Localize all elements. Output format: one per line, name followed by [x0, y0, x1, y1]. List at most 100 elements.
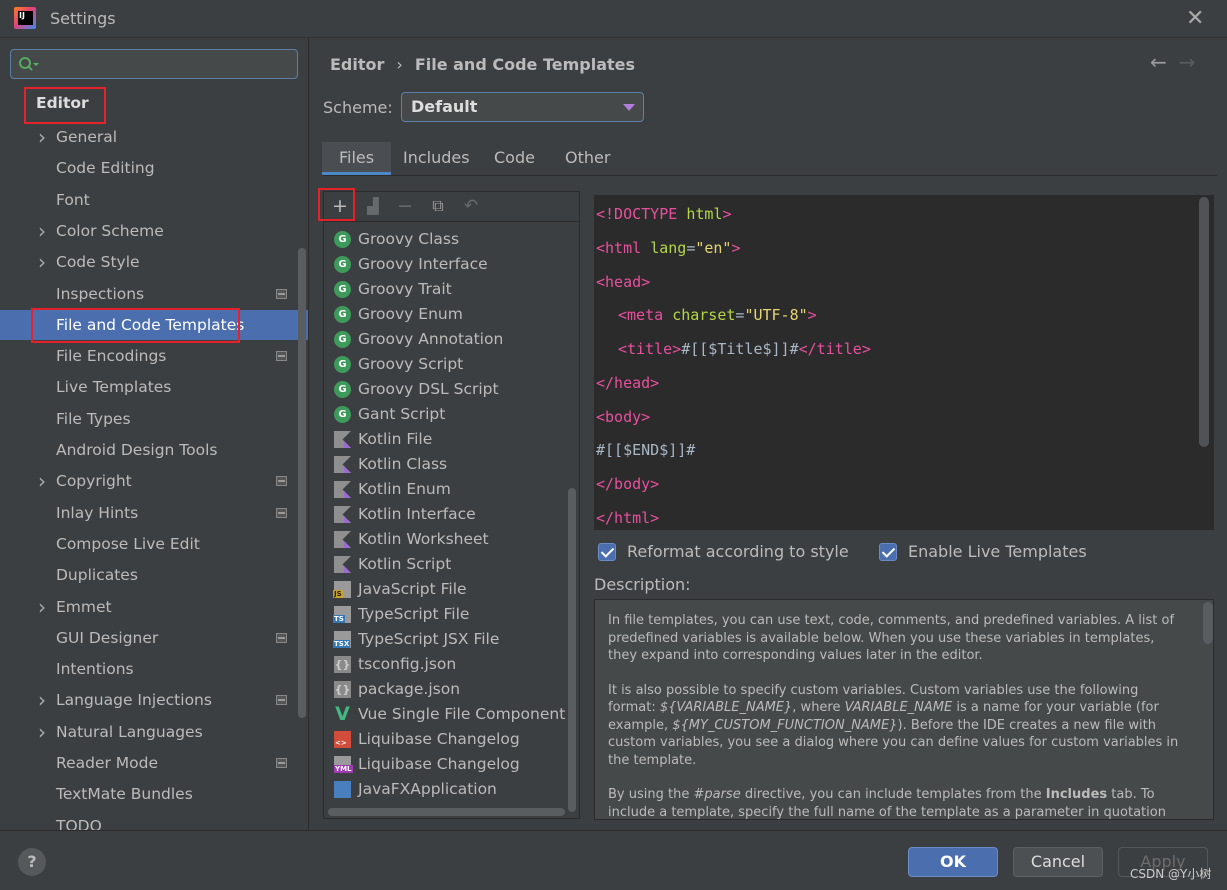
template-list-item[interactable]: {} tsconfig.json [324, 652, 569, 677]
breadcrumb-parent[interactable]: Editor [330, 55, 384, 74]
code-line: </head> [596, 374, 660, 392]
description-scrollbar[interactable] [1203, 602, 1213, 644]
enable-live-templates-checkbox[interactable]: Enable Live Templates [879, 542, 1087, 562]
template-list-horizontal-scrollbar[interactable] [328, 808, 565, 816]
sidebar-item-duplicates[interactable]: Duplicates [0, 560, 308, 590]
template-list-item[interactable]: V Vue Single File Component [324, 702, 569, 727]
sidebar-item-file-encodings[interactable]: File Encodings [0, 341, 308, 371]
javafx-file-icon [334, 781, 351, 798]
template-list-item[interactable]: TSX TypeScript JSX File [324, 627, 569, 652]
template-list-item[interactable]: JS JavaScript File [324, 577, 569, 602]
template-list-item[interactable]: G Groovy Class [324, 227, 569, 252]
reset-template-icon[interactable]: ↶ [460, 195, 482, 217]
main-panel: Editor › File and Code Templates ← → Scheme… [310, 38, 1227, 830]
sidebar-item-natural-languages[interactable]: › Natural Languages [0, 717, 308, 747]
copy-template-icon[interactable]: ⧉ [427, 195, 449, 217]
sidebar-item-gui-designer[interactable]: GUI Designer [0, 623, 308, 653]
reformat-checkbox[interactable]: Reformat according to style [598, 542, 849, 562]
editor-scrollbar[interactable] [1199, 197, 1209, 447]
template-label: tsconfig.json [358, 655, 457, 673]
template-list-item[interactable]: G Groovy DSL Script [324, 377, 569, 402]
sidebar-item-inlay-hints[interactable]: Inlay Hints [0, 498, 308, 528]
sidebar-item-label: Copyright [56, 472, 132, 491]
template-list-item[interactable]: G Groovy Enum [324, 302, 569, 327]
sidebar-item-code-editing[interactable]: Code Editing [0, 153, 308, 183]
scheme-dropdown[interactable]: Default [401, 92, 644, 122]
template-label: Kotlin Worksheet [358, 530, 489, 548]
sidebar-item-label: Compose Live Edit [56, 534, 200, 553]
template-tabs: Files Includes Code Other [322, 142, 1217, 175]
search-input[interactable] [10, 49, 298, 79]
sidebar-item-inspections[interactable]: Inspections [0, 279, 308, 309]
help-button[interactable]: ? [18, 848, 46, 876]
chevron-right-icon[interactable]: › [38, 247, 46, 277]
chevron-right-icon[interactable]: › [38, 122, 46, 152]
sidebar-item-todo[interactable]: TODO [0, 811, 308, 830]
chevron-right-icon[interactable]: › [38, 717, 46, 747]
tab-files[interactable]: Files [322, 142, 392, 175]
dialog-footer: ? OK Cancel Apply CSDN @Y小树 [0, 830, 1227, 890]
template-list-item[interactable]: Kotlin Interface [324, 502, 569, 527]
sidebar-item-label: Font [56, 190, 90, 209]
sidebar-item-intentions[interactable]: Intentions [0, 654, 308, 684]
add-child-template-icon[interactable]: ▟ [362, 195, 384, 217]
sidebar-item-font[interactable]: Font [0, 185, 308, 215]
icon-badge: TSX [333, 640, 351, 648]
sidebar-item-copyright[interactable]: › Copyright [0, 466, 308, 496]
ok-button[interactable]: OK [908, 847, 998, 877]
forward-arrow-icon[interactable]: → [1179, 50, 1196, 74]
project-settings-icon [276, 351, 287, 362]
sidebar-item-compose-live-edit[interactable]: Compose Live Edit [0, 529, 308, 559]
window-title: Settings [50, 9, 116, 28]
template-list-item[interactable]: Kotlin Enum [324, 477, 569, 502]
template-list-scrollbar[interactable] [568, 488, 576, 812]
cancel-button[interactable]: Cancel [1013, 847, 1103, 877]
chevron-right-icon[interactable]: › [38, 216, 46, 246]
remove-template-button[interactable]: − [394, 195, 416, 217]
template-list-item[interactable]: Kotlin Script [324, 552, 569, 577]
sidebar-item-general[interactable]: › General [0, 122, 308, 152]
template-list-item[interactable]: G Groovy Annotation [324, 327, 569, 352]
sidebar-item-emmet[interactable]: › Emmet [0, 592, 308, 622]
template-code-editor[interactable]: <!DOCTYPE html> <html lang="en"> <head> … [594, 195, 1214, 530]
kotlin-icon [334, 531, 351, 548]
template-list-item[interactable]: Kotlin Worksheet [324, 527, 569, 552]
template-list-item[interactable]: <> Liquibase Changelog [324, 727, 569, 752]
sidebar-item-file-types[interactable]: File Types [0, 404, 308, 434]
code-line: <head> [596, 273, 651, 291]
chevron-right-icon[interactable]: › [38, 685, 46, 715]
liquibase-xml-icon: <> [334, 731, 351, 748]
template-list-item[interactable]: TS TypeScript File [324, 602, 569, 627]
chevron-right-icon[interactable]: › [38, 592, 46, 622]
sidebar-item-label: Natural Languages [56, 722, 203, 741]
tsx-file-icon: TSX [333, 631, 351, 648]
tab-includes[interactable]: Includes [386, 142, 487, 175]
description-text: directive, you can include templates fro… [740, 787, 1046, 802]
sidebar-item-language-injections[interactable]: › Language Injections [0, 685, 308, 715]
template-list-item[interactable]: JavaFXApplication [324, 777, 569, 802]
sidebar-item-reader-mode[interactable]: Reader Mode [0, 748, 308, 778]
template-list-item[interactable]: G Groovy Trait [324, 277, 569, 302]
template-list-item[interactable]: Kotlin File [324, 427, 569, 452]
groovy-icon: G [334, 306, 351, 323]
sidebar-item-color-scheme[interactable]: › Color Scheme [0, 216, 308, 246]
sidebar-item-textmate-bundles[interactable]: TextMate Bundles [0, 779, 308, 809]
tab-code[interactable]: Code [477, 142, 552, 175]
template-list-item[interactable]: {} package.json [324, 677, 569, 702]
sidebar-item-code-style[interactable]: › Code Style [0, 247, 308, 277]
template-list-item[interactable]: Kotlin Class [324, 452, 569, 477]
sidebar-item-android-design-tools[interactable]: Android Design Tools [0, 435, 308, 465]
template-label: Groovy Script [358, 355, 464, 373]
description-panel: In file templates, you can use text, cod… [594, 599, 1214, 820]
template-list-item[interactable]: G Gant Script [324, 402, 569, 427]
back-arrow-icon[interactable]: ← [1150, 50, 1167, 74]
template-list-item[interactable]: G Groovy Interface [324, 252, 569, 277]
template-list-item[interactable]: G Groovy Script [324, 352, 569, 377]
sidebar-scrollbar[interactable] [298, 248, 306, 718]
template-list-item[interactable]: YML Liquibase Changelog [324, 752, 569, 777]
tab-other[interactable]: Other [548, 142, 627, 175]
close-icon[interactable]: ✕ [1186, 6, 1204, 31]
chevron-right-icon[interactable]: › [38, 466, 46, 496]
reformat-label: Reformat according to style [627, 542, 849, 561]
sidebar-item-live-templates[interactable]: Live Templates [0, 372, 308, 402]
